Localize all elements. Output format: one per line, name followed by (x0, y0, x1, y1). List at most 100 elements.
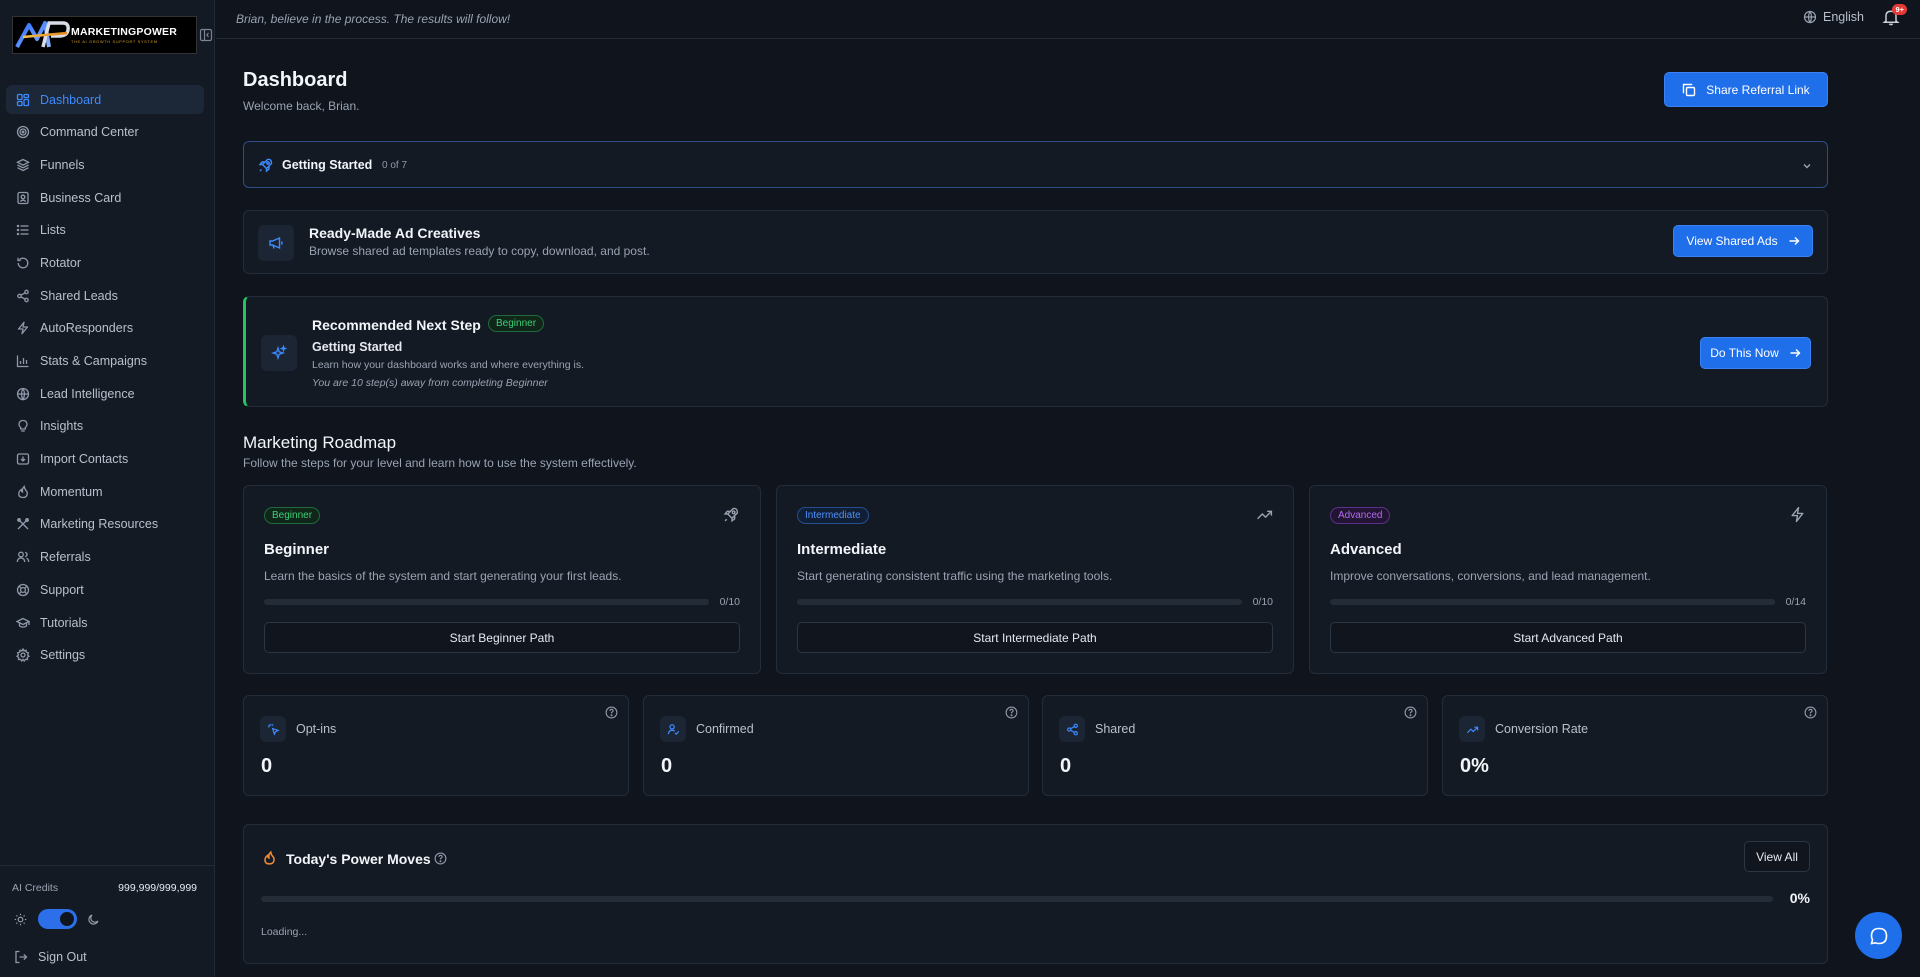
motivation-text: Brian, believe in the process. The resul… (236, 12, 511, 26)
help-circle-icon[interactable] (1005, 706, 1018, 719)
rocket-icon (258, 157, 274, 173)
path-description: Start generating consistent traffic usin… (797, 569, 1113, 583)
flame-icon (16, 484, 30, 499)
sidebar-item-funnels[interactable]: Funnels (6, 150, 204, 179)
path-progress-count: 0/10 (719, 596, 740, 608)
sidebar-item-label: Support (40, 582, 84, 597)
sidebar-item-referrals[interactable]: Referrals (6, 543, 204, 572)
sidebar-item-tutorials[interactable]: Tutorials (6, 608, 204, 637)
do-this-now-label: Do This Now (1710, 346, 1779, 360)
help-circle-icon[interactable] (1804, 706, 1817, 719)
language-selector[interactable]: English (1803, 10, 1864, 24)
gear-icon (16, 648, 30, 663)
power-moves-card: Today's Power Moves View All 0% Loading.… (243, 824, 1828, 964)
topbar: Brian, believe in the process. The resul… (216, 0, 1920, 39)
level-badge: Beginner (488, 315, 545, 332)
intermediate-path-card: Intermediate Intermediate Start generati… (776, 485, 1294, 674)
do-this-now-button[interactable]: Do This Now (1700, 337, 1811, 369)
dark-mode-toggle[interactable] (38, 909, 77, 929)
sidebar-item-business-card[interactable]: Business Card (6, 183, 204, 212)
roadmap-title: Marketing Roadmap (243, 433, 397, 452)
getting-started-accordion[interactable]: Getting Started 0 of 7 (243, 141, 1828, 188)
welcome-text: Welcome back, Brian. (243, 99, 360, 113)
share-referral-link-label: Share Referral Link (1706, 82, 1810, 97)
start-intermediate-path-button[interactable]: Start Intermediate Path (797, 622, 1273, 653)
power-moves-progress-bar (261, 896, 1773, 902)
sidebar-item-label: Settings (40, 648, 86, 663)
stat-label: Conversion Rate (1495, 722, 1589, 736)
help-circle-icon[interactable] (605, 706, 618, 719)
stat-value: 0% (1460, 755, 1489, 777)
lightning-icon (16, 321, 30, 335)
arrow-right-icon (1788, 235, 1800, 247)
sidebar-item-lists[interactable]: Lists (6, 216, 204, 245)
sidebar-item-lead-intelligence[interactable]: Lead Intelligence (6, 379, 204, 408)
stat-label: Opt-ins (296, 722, 337, 736)
help-circle-icon[interactable] (1404, 706, 1417, 719)
globe-icon (1803, 10, 1817, 24)
stat-card-confirmed: Confirmed 0 (643, 695, 1029, 796)
sidebar-item-label: Referrals (40, 550, 91, 565)
sidebar-item-marketing-resources[interactable]: Marketing Resources (6, 510, 204, 539)
help-circle-icon[interactable] (434, 852, 447, 865)
stat-value: 0 (261, 755, 273, 777)
start-beginner-path-button[interactable]: Start Beginner Path (264, 622, 740, 653)
sidebar-item-label: Command Center (40, 125, 139, 140)
getting-started-count: 0 of 7 (382, 160, 408, 171)
sidebar-item-dashboard[interactable]: Dashboard (6, 85, 204, 114)
language-label: English (1823, 10, 1864, 24)
lifebuoy-icon (16, 583, 30, 597)
stat-label: Shared (1095, 722, 1136, 736)
path-title: Advanced (1330, 541, 1402, 558)
brand-logo[interactable]: MARKETINGPOWER THE AI GROWTH SUPPORT SYS… (12, 16, 197, 54)
sidebar-item-command-center[interactable]: Command Center (6, 118, 204, 147)
recommended-step-name: Getting Started (312, 340, 403, 354)
ai-credits-value: 999,999/999,999 (118, 882, 197, 894)
toggle-knob (60, 912, 74, 926)
rocket-icon (723, 506, 740, 523)
sidebar-item-label: Lead Intelligence (40, 386, 135, 401)
moon-icon (87, 913, 100, 926)
sidebar-item-rotator[interactable]: Rotator (6, 248, 204, 277)
path-progress-bar (264, 599, 709, 605)
bar-chart-icon (16, 354, 30, 368)
view-shared-ads-button[interactable]: View Shared Ads (1673, 225, 1813, 257)
graduation-cap-icon (16, 616, 30, 630)
pointer-click-icon (260, 716, 286, 742)
recommended-description: Learn how your dashboard works and where… (312, 359, 584, 371)
recommended-step-card: Recommended Next Step Beginner Getting S… (243, 296, 1828, 407)
sidebar: MARKETINGPOWER THE AI GROWTH SUPPORT SYS… (0, 0, 215, 977)
logo-tagline: THE AI GROWTH SUPPORT SYSTEM (71, 39, 158, 44)
sidebar-item-autoresponders[interactable]: AutoResponders (6, 314, 204, 343)
arrow-right-icon (1789, 347, 1801, 359)
logo-row: MARKETINGPOWER THE AI GROWTH SUPPORT SYS… (12, 16, 213, 54)
sidebar-item-settings[interactable]: Settings (6, 641, 204, 670)
import-icon (16, 452, 30, 466)
chat-button[interactable] (1855, 912, 1902, 959)
megaphone-icon (258, 225, 294, 261)
sidebar-collapse-icon[interactable] (199, 28, 213, 42)
sidebar-item-stats-campaigns[interactable]: Stats & Campaigns (6, 347, 204, 376)
sign-out-button[interactable]: Sign Out (14, 950, 87, 964)
sidebar-item-label: Stats & Campaigns (40, 354, 147, 368)
share-icon (16, 289, 30, 303)
power-moves-title: Today's Power Moves (286, 851, 431, 867)
sidebar-item-insights[interactable]: Insights (6, 412, 204, 441)
share-icon (1059, 716, 1085, 742)
sidebar-item-support[interactable]: Support (6, 575, 204, 604)
ad-creatives-card: Ready-Made Ad Creatives Browse shared ad… (243, 210, 1828, 274)
share-referral-link-button[interactable]: Share Referral Link (1664, 72, 1828, 107)
advanced-path-card: Advanced Advanced Improve conversations,… (1309, 485, 1827, 674)
theme-switcher (14, 909, 100, 929)
sidebar-item-label: Funnels (40, 157, 85, 172)
stat-value: 0 (661, 755, 673, 777)
view-all-button[interactable]: View All (1744, 841, 1810, 872)
sidebar-item-label: Rotator (40, 255, 81, 270)
copy-icon (1682, 83, 1696, 97)
start-advanced-path-button[interactable]: Start Advanced Path (1330, 622, 1806, 653)
power-moves-percent: 0% (1789, 890, 1810, 906)
sidebar-item-shared-leads[interactable]: Shared Leads (6, 281, 204, 310)
grid-icon (16, 93, 30, 107)
sidebar-item-momentum[interactable]: Momentum (6, 477, 204, 506)
sidebar-item-import-contacts[interactable]: Import Contacts (6, 445, 204, 474)
